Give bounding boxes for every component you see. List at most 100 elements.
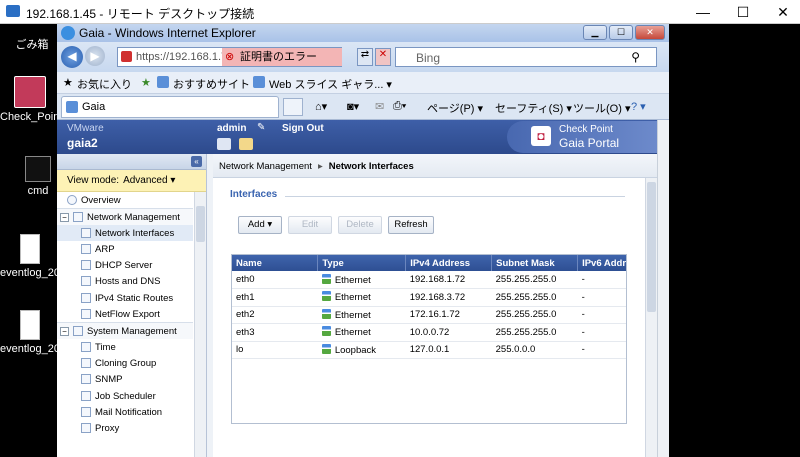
home-icon[interactable]: ⌂▾ [315,100,327,113]
column-header[interactable]: Subnet Mask [491,255,579,271]
certificate-error[interactable]: ⊗ 証明書のエラー [222,48,342,66]
table-row[interactable]: lo Loopback 127.0.0.1 255.0.0.0- [232,341,626,359]
sidebar-item-label: Time [95,341,116,353]
add-button[interactable]: Add ▾ [238,216,282,234]
minimize-button[interactable]: — [683,0,723,24]
favorites-bar: ★ お気に入り ★ おすすめサイト ▾ Web スライス ギャラ... ▾ [57,72,669,94]
table-cell-name: eth1 [232,288,318,307]
table-row[interactable]: eth1 Ethernet 192.168.3.72 255.255.255.0- [232,288,626,307]
ie-title: Gaia - Windows Internet Explorer [79,26,256,40]
tab-gaia[interactable]: Gaia [61,96,279,118]
table-cell-mask: 255.0.0.0 [491,341,578,359]
maximize-button[interactable]: ☐ [723,0,763,24]
scratchpad-icon[interactable] [239,138,253,150]
console-icon[interactable] [217,138,231,150]
search-icon[interactable]: ⚲ [631,50,640,64]
table-cell-mask: 255.255.255.0 [491,323,578,342]
stop-icon[interactable]: ✕ [375,48,391,66]
tools-menu[interactable]: ツール(O) ▾ [573,100,630,116]
sidebar-item[interactable]: Overview [57,192,193,208]
table-cell-name: lo [232,341,318,359]
sidebar-item-label: System Management [87,326,177,338]
sidebar-item[interactable]: Time [57,339,193,355]
sidebar-item[interactable]: Mail Notification [57,404,193,420]
delete-button[interactable]: Delete [338,216,382,234]
section-divider [285,196,625,197]
table-header: Name Type IPv4 Address Subnet Mask IPv6 Addr… [232,255,626,271]
add-favorite-icon[interactable]: ★ [141,76,151,89]
ie-maximize-button[interactable]: ☐ [609,25,633,40]
sidebar-scroll-thumb[interactable] [196,206,205,242]
eventlog-label-2: eventlog_20 [0,343,60,355]
edit-user-icon[interactable]: ✎ [257,122,265,133]
collapse-sidebar-icon[interactable]: « [191,156,202,167]
favorites-star-icon: ★ [63,77,73,89]
sidebar-item[interactable]: Network Interfaces [57,224,193,241]
sidebar-item[interactable]: SNMP [57,371,193,387]
check-point-shortcut[interactable]: Check_Point [0,76,62,123]
tab-gaia-label: Gaia [82,101,106,113]
sidebar-item[interactable]: Hosts and DNS [57,273,193,289]
back-icon[interactable]: ◀ [61,46,83,68]
close-button[interactable]: ✕ [763,0,800,24]
ie-close-button[interactable]: ✕ [635,25,665,40]
sidebar-category[interactable]: − System Management [57,322,193,339]
sidebar-item[interactable]: Proxy [57,420,193,436]
page-menu[interactable]: ページ(P) ▾ [427,100,483,116]
expand-toggle-icon[interactable]: − [60,213,69,223]
compat-view-icon[interactable]: ⇄ [357,48,373,66]
expand-toggle-icon[interactable]: − [60,327,69,337]
content-scrollbar[interactable] [645,178,657,457]
sidebar-item[interactable]: DHCP Server [57,257,193,273]
brand-bottom: Gaia Portal [559,136,620,150]
sidebar-scrollbar[interactable] [194,192,206,457]
table-row[interactable]: eth2 Ethernet 172.16.1.72 255.255.255.0- [232,306,626,324]
safety-menu[interactable]: セーフティ(S) ▾ [495,100,572,116]
file-icon [20,310,40,340]
mail-icon[interactable]: ✉ [375,100,384,113]
new-tab-button[interactable] [283,98,303,116]
sidebar-category[interactable]: − Network Management [57,208,193,225]
column-header[interactable]: Type [317,255,407,271]
breadcrumb: Network Management ▸ Network Interfaces [213,154,657,178]
webslice-gallery[interactable]: Web スライス ギャラ... ▾ [269,76,392,92]
column-header[interactable]: IPv4 Address [405,255,493,271]
table-row[interactable]: eth0 Ethernet 192.168.1.72 255.255.255.0- [232,271,626,289]
sidebar-item[interactable]: IPv4 Static Routes [57,290,193,306]
sidebar-item[interactable]: NetFlow Export [57,306,193,322]
recycle-bin-icon[interactable]: ごみ箱 [2,22,62,52]
column-header[interactable]: Name [232,255,319,271]
suggested-sites[interactable]: おすすめサイト ▾ [173,76,259,92]
rss-icon[interactable]: ◙▾ [347,100,359,113]
print-icon[interactable]: ⎙▾ [393,100,406,113]
eventlog-file-1[interactable]: eventlog_20 [0,234,60,279]
column-header[interactable]: IPv6 Addre [577,255,626,271]
page-scrollbar[interactable] [657,120,669,457]
address-field[interactable]: https://192.168.1.72/_ce8c1 ⊗ 証明書のエラー [117,47,342,67]
table-cell-ipv6: - [577,341,626,359]
page-item-icon [81,276,91,287]
sidebar-item[interactable]: ARP [57,241,193,257]
search-field[interactable]: Bing ⚲ [395,47,657,67]
breadcrumb-parent[interactable]: Network Management [219,161,312,172]
page-item-icon [81,423,91,434]
interface-type-icon [321,291,331,302]
category-icon [73,326,83,337]
table-cell-ipv6: - [577,306,626,324]
eventlog-file-2[interactable]: eventlog_20 [0,310,60,355]
table-cell-name: eth0 [232,271,318,289]
edit-button[interactable]: Edit [288,216,332,234]
forward-icon[interactable]: ▶ [85,46,105,66]
sidebar-item-label: Proxy [95,423,120,435]
ie-minimize-button[interactable]: ▁ [583,25,607,40]
favorites-button[interactable]: お気に入り [77,76,132,92]
view-mode-dropdown[interactable]: Advanced ▾ [123,175,175,186]
sign-out-link[interactable]: Sign Out [282,123,324,134]
help-menu[interactable]: ? ▾ [631,100,646,113]
sidebar-item[interactable]: Cloning Group [57,355,193,371]
sidebar-item[interactable]: Job Scheduler [57,388,193,404]
content-scroll-thumb[interactable] [647,182,656,312]
table-row[interactable]: eth3 Ethernet 10.0.0.72 255.255.255.0- [232,323,626,342]
refresh-button[interactable]: Refresh [388,216,434,234]
interface-type-label: Ethernet [334,327,371,339]
